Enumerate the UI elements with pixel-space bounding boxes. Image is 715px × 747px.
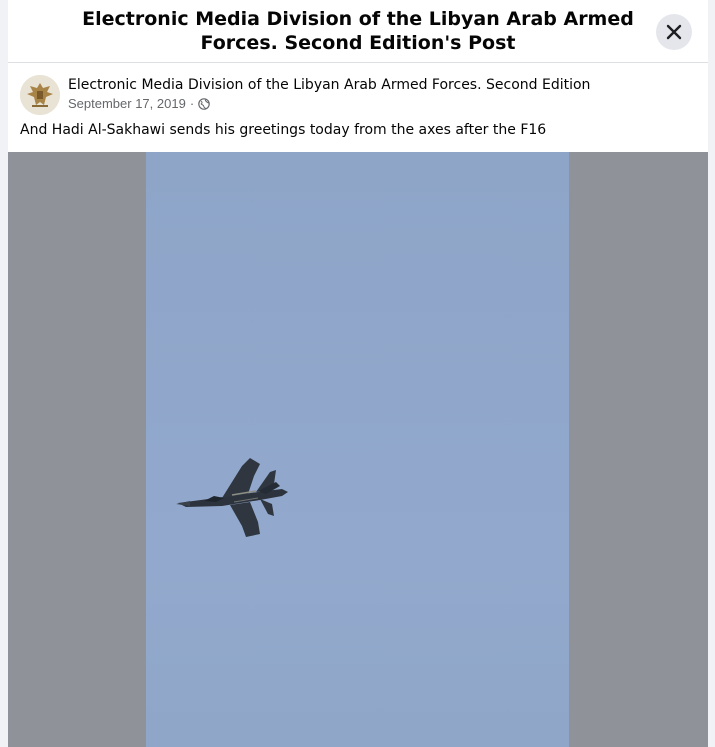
post-meta: September 17, 2019 · [68, 96, 210, 111]
eagle-emblem-icon [20, 75, 60, 115]
author-name[interactable]: Electronic Media Division of the Libyan … [68, 77, 590, 93]
globe-icon[interactable] [198, 97, 210, 110]
dialog-title: Electronic Media Division of the Libyan … [82, 8, 634, 54]
post-text: And Hadi Al-Sakhawi sends his greetings … [20, 122, 547, 138]
close-icon [666, 24, 682, 40]
post-header: Electronic Media Division of the Libyan … [8, 63, 708, 115]
fighter-jet-icon [176, 458, 288, 537]
post-date[interactable]: September 17, 2019 [68, 96, 186, 111]
post-media[interactable] [8, 152, 708, 747]
dialog-header: Electronic Media Division of the Libyan … [8, 0, 708, 63]
meta-separator: · [189, 96, 195, 111]
post-photo[interactable] [146, 152, 569, 747]
post-dialog: Electronic Media Division of the Libyan … [8, 0, 708, 747]
avatar[interactable] [20, 75, 60, 115]
close-button[interactable] [656, 14, 692, 50]
